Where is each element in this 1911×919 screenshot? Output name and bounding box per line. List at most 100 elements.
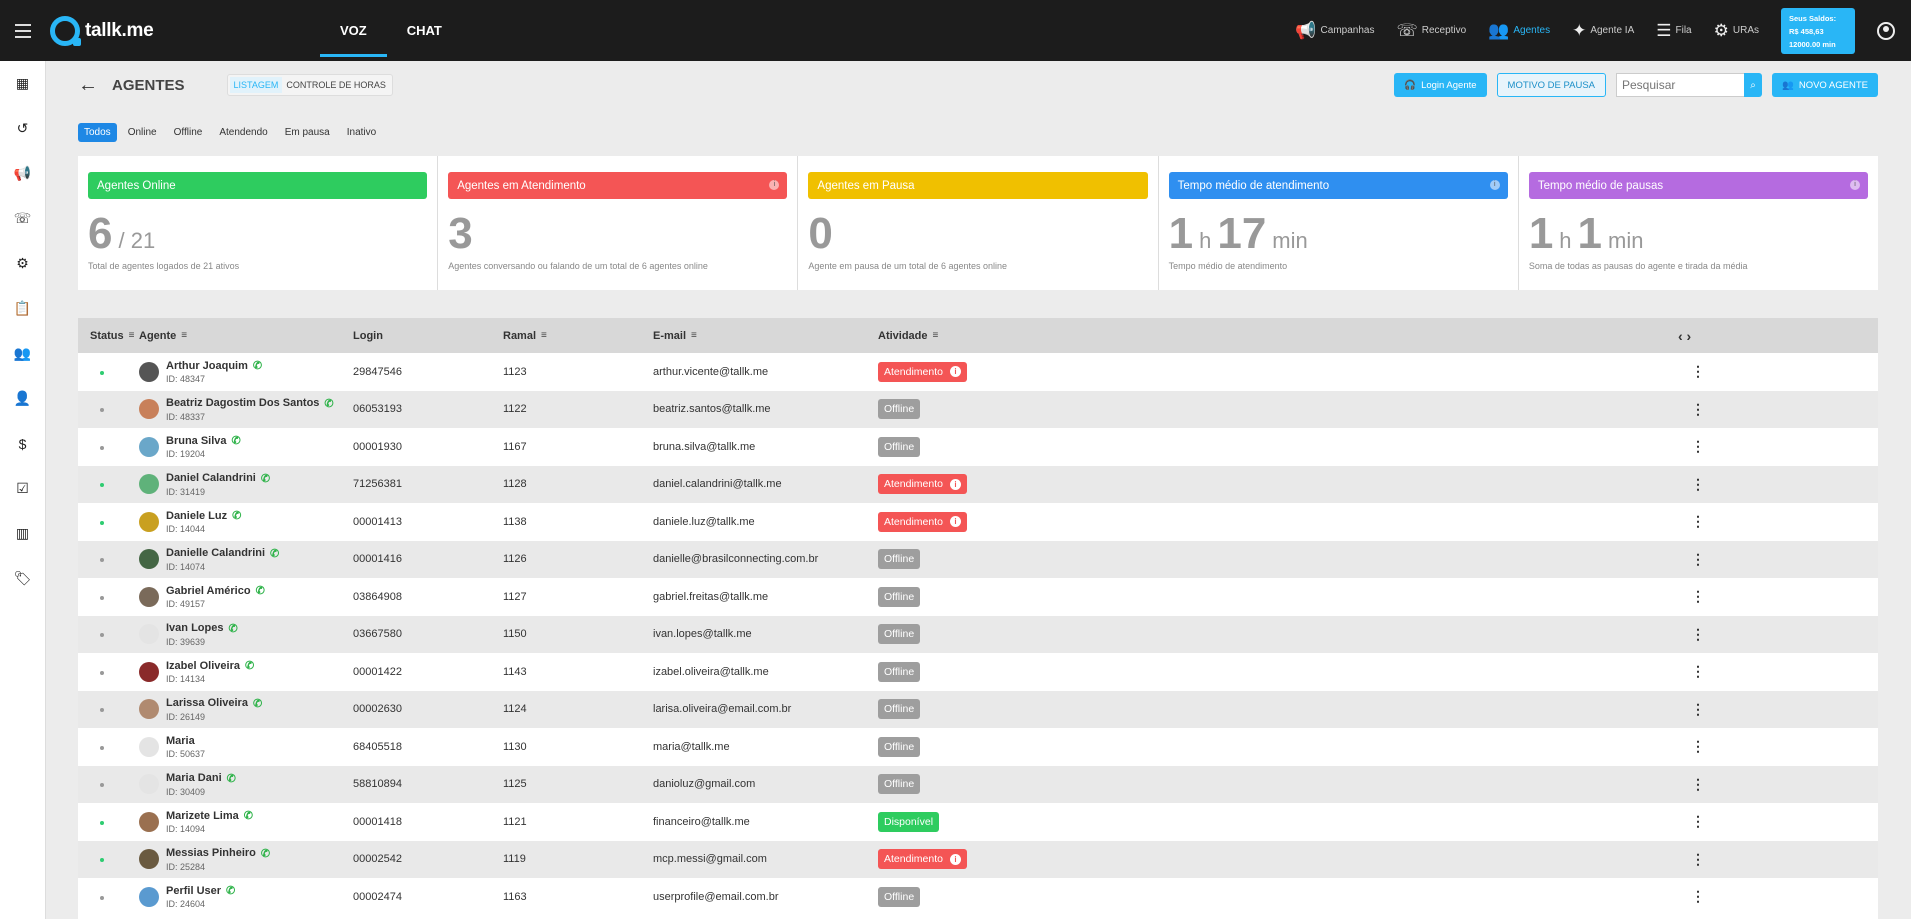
table-row[interactable]: Gabriel Américo ✆ ID: 49157 03864908 1127 gab… <box>78 578 1878 616</box>
table-row[interactable]: Maria ID: 50637 68405518 1130 maria@tallk.me… <box>78 728 1878 766</box>
info-icon[interactable]: i <box>949 853 961 865</box>
back-arrow-icon[interactable]: ← <box>78 74 98 97</box>
filter-inativo[interactable]: Inativo <box>341 123 382 142</box>
logo[interactable]: tallk.me <box>50 15 320 46</box>
info-icon[interactable]: i <box>949 366 961 378</box>
dollar-icon[interactable]: $ <box>0 421 45 466</box>
table-row[interactable]: Perfil User ✆ ID: 24604 00002474 1163 userpro… <box>78 878 1878 916</box>
col-status[interactable]: Status ≡ <box>78 330 139 342</box>
pause-reason-button[interactable]: MOTIVO DE PAUSA <box>1496 73 1606 97</box>
tag-icon[interactable]: 🏷 <box>0 556 45 601</box>
row-menu-icon[interactable]: ⋮ <box>1678 813 1718 830</box>
agent-cell[interactable]: Ivan Lopes ✆ ID: 39639 <box>139 622 353 647</box>
filter-em-pausa[interactable]: Em pausa <box>279 123 336 142</box>
filter-atendendo[interactable]: Atendendo <box>213 123 273 142</box>
table-row[interactable]: Arthur Joaquim ✆ ID: 48347 29847546 1123 arth… <box>78 353 1878 391</box>
phone-incoming-icon[interactable]: ☏ <box>0 196 45 241</box>
row-menu-icon[interactable]: ⋮ <box>1678 363 1718 380</box>
col-ramal[interactable]: Ramal ≡ <box>503 330 653 342</box>
info-icon[interactable]: i <box>949 516 961 528</box>
row-menu-icon[interactable]: ⋮ <box>1678 851 1718 868</box>
nav-agente-ia[interactable]: ✦ Agente IA <box>1572 21 1634 41</box>
info-icon[interactable]: i <box>1850 180 1861 190</box>
filter-icon[interactable]: ≡ <box>691 330 697 341</box>
table-row[interactable]: Daniele Luz ✆ ID: 14044 00001413 1138 daniele… <box>78 503 1878 541</box>
filter-icon[interactable]: ≡ <box>933 330 939 341</box>
table-row[interactable]: Messias Pinheiro ✆ ID: 25284 00002542 1119 mc… <box>78 840 1878 878</box>
agent-cell[interactable]: Marizete Lima ✆ ID: 14094 <box>139 809 353 834</box>
col-activity[interactable]: Atividade ≡ <box>878 330 1678 342</box>
info-icon[interactable]: i <box>949 478 961 490</box>
subtab-listagem[interactable]: LISTAGEM <box>229 77 283 93</box>
agent-cell[interactable]: Perfil User ✆ ID: 24604 <box>139 884 353 909</box>
search-icon[interactable]: ⌕ <box>1744 73 1762 97</box>
agent-cell[interactable]: Bruna Silva ✆ ID: 19204 <box>139 434 353 459</box>
row-menu-icon[interactable]: ⋮ <box>1678 776 1718 793</box>
info-icon[interactable]: i <box>769 180 780 190</box>
table-row[interactable]: Ivan Lopes ✆ ID: 39639 03667580 1150 ivan.lop… <box>78 615 1878 653</box>
nav-agentes[interactable]: 👥 Agentes <box>1488 21 1550 41</box>
row-menu-icon[interactable]: ⋮ <box>1678 626 1718 643</box>
table-row[interactable]: Maria Dani ✆ ID: 30409 58810894 1125 danioluz… <box>78 765 1878 803</box>
row-menu-icon[interactable]: ⋮ <box>1678 513 1718 530</box>
agent-cell[interactable]: Larissa Oliveira ✆ ID: 26149 <box>139 697 353 722</box>
dashboard-icon[interactable]: ▦ <box>0 61 45 106</box>
nav-uras[interactable]: ⚙ URAs <box>1714 21 1759 41</box>
filter-icon[interactable]: ≡ <box>181 330 187 341</box>
col-login[interactable]: Login <box>353 330 503 342</box>
row-menu-icon[interactable]: ⋮ <box>1678 438 1718 455</box>
filter-icon[interactable]: ≡ <box>129 330 135 341</box>
megaphone-icon[interactable]: 📢 <box>0 151 45 196</box>
row-menu-icon[interactable]: ⋮ <box>1678 551 1718 568</box>
agent-cell[interactable]: Maria ID: 50637 <box>139 735 353 759</box>
filter-online[interactable]: Online <box>122 123 163 142</box>
nav-fila[interactable]: ☰ Fila <box>1656 21 1691 41</box>
table-row[interactable]: Larissa Oliveira ✆ ID: 26149 00002630 1124 la… <box>78 690 1878 728</box>
agent-cell[interactable]: Beatriz Dagostim Dos Santos ✆ ID: 48337 <box>139 397 353 422</box>
agent-cell[interactable]: Maria Dani ✆ ID: 30409 <box>139 772 353 797</box>
checklist-icon[interactable]: ☑ <box>0 466 45 511</box>
tab-voz[interactable]: VOZ <box>320 0 387 61</box>
table-row[interactable]: Izabel Oliveira ✆ ID: 14134 00001422 1143 iza… <box>78 653 1878 691</box>
table-row[interactable]: Danielle Calandrini ✆ ID: 14074 00001416 112… <box>78 540 1878 578</box>
gear-icon[interactable]: ⚙ <box>0 241 45 286</box>
nav-receptivo[interactable]: ☏ Receptivo <box>1396 21 1466 41</box>
table-row[interactable]: Beatriz Dagostim Dos Santos ✆ ID: 48337 060… <box>78 390 1878 428</box>
info-icon[interactable]: i <box>1489 180 1500 190</box>
table-row[interactable]: Marizete Lima ✆ ID: 14094 00001418 1121 finan… <box>78 803 1878 841</box>
user-avatar-icon[interactable] <box>1877 21 1895 40</box>
row-menu-icon[interactable]: ⋮ <box>1678 663 1718 680</box>
history-icon[interactable]: ↺ <box>0 106 45 151</box>
col-agent[interactable]: Agente ≡ <box>139 330 353 342</box>
agent-cell[interactable]: Daniele Luz ✆ ID: 14044 <box>139 509 353 534</box>
agent-cell[interactable]: Danielle Calandrini ✆ ID: 14074 <box>139 547 353 572</box>
filter-icon[interactable]: ≡ <box>541 330 547 341</box>
new-agent-button[interactable]: 👥 NOVO AGENTE <box>1772 73 1878 97</box>
table-row[interactable]: Daniel Calandrini ✆ ID: 31419 71256381 1128 d… <box>78 465 1878 503</box>
subtab-controle-horas[interactable]: CONTROLE DE HORAS <box>282 77 390 93</box>
person-icon[interactable]: 👤 <box>0 376 45 421</box>
row-menu-icon[interactable]: ⋮ <box>1678 701 1718 718</box>
agent-cell[interactable]: Izabel Oliveira ✆ ID: 14134 <box>139 659 353 684</box>
row-menu-icon[interactable]: ⋮ <box>1678 888 1718 905</box>
clipboard-icon[interactable]: 📋 <box>0 286 45 331</box>
agent-cell[interactable]: Arthur Joaquim ✆ ID: 48347 <box>139 359 353 384</box>
tab-chat[interactable]: CHAT <box>387 0 462 61</box>
table-row[interactable]: Bruna Silva ✆ ID: 19204 00001930 1167 bruna.s… <box>78 428 1878 466</box>
report-icon[interactable]: ▥ <box>0 511 45 556</box>
agent-cell[interactable]: Gabriel Américo ✆ ID: 49157 <box>139 584 353 609</box>
column-nav-icon[interactable]: ‹ › <box>1678 328 1718 344</box>
agent-cell[interactable]: Messias Pinheiro ✆ ID: 25284 <box>139 847 353 872</box>
row-menu-icon[interactable]: ⋮ <box>1678 476 1718 493</box>
filter-offline[interactable]: Offline <box>168 123 209 142</box>
filter-todos[interactable]: Todos <box>78 123 117 142</box>
balance-box[interactable]: Seus Saldos: R$ 458,63 12000.00 min <box>1781 7 1855 54</box>
nav-campanhas[interactable]: 📢 Campanhas <box>1295 21 1374 41</box>
row-menu-icon[interactable]: ⋮ <box>1678 401 1718 418</box>
group-icon[interactable]: 👥 <box>0 331 45 376</box>
col-email[interactable]: E-mail ≡ <box>653 330 878 342</box>
search-input[interactable] <box>1616 73 1744 97</box>
login-agent-button[interactable]: 🎧 Login Agente <box>1394 73 1487 97</box>
menu-icon[interactable] <box>0 0 46 61</box>
row-menu-icon[interactable]: ⋮ <box>1678 588 1718 605</box>
